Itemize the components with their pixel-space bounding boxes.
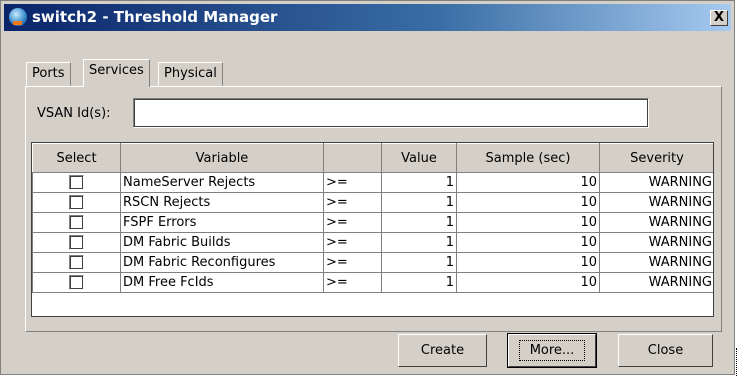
severity-cell[interactable]: WARNING (599, 172, 713, 193)
sample-cell[interactable]: 10 (456, 212, 600, 233)
tab-physical[interactable]: Physical (158, 62, 223, 86)
table-row[interactable]: FSPF Errors >= 1 10 WARNING (32, 212, 713, 233)
more-button[interactable]: More... (507, 333, 597, 368)
tab-services[interactable]: Services (83, 59, 150, 87)
app-globe-icon (9, 8, 27, 26)
variable-cell[interactable]: DM Fabric Builds (120, 232, 324, 253)
table-row[interactable]: NameServer Rejects >= 1 10 WARNING (32, 172, 713, 193)
value-cell[interactable]: 1 (381, 172, 457, 193)
select-cell (32, 172, 121, 193)
variable-cell[interactable]: FSPF Errors (120, 212, 324, 233)
operator-cell[interactable]: >= (323, 212, 382, 233)
value-cell[interactable]: 1 (381, 252, 457, 273)
table-row[interactable]: DM Free FcIds >= 1 10 WARNING (32, 272, 713, 293)
variable-cell[interactable]: DM Free FcIds (120, 272, 324, 293)
operator-cell[interactable]: >= (323, 252, 382, 273)
select-cell (32, 192, 121, 213)
threshold-table: Select Variable Value Sample (sec) Sever… (31, 142, 714, 317)
select-cell (32, 252, 121, 273)
severity-cell[interactable]: WARNING (599, 212, 713, 233)
operator-cell[interactable]: >= (323, 272, 382, 293)
operator-cell[interactable]: >= (323, 172, 382, 193)
value-cell[interactable]: 1 (381, 212, 457, 233)
create-button[interactable]: Create (398, 334, 487, 367)
row-select-checkbox[interactable] (69, 195, 84, 210)
column-header-sample[interactable]: Sample (sec) (456, 143, 600, 173)
close-window-button[interactable]: X (710, 10, 728, 26)
variable-cell[interactable]: RSCN Rejects (120, 192, 324, 213)
row-select-checkbox[interactable] (69, 235, 84, 250)
row-select-checkbox[interactable] (69, 215, 84, 230)
table-row[interactable]: RSCN Rejects >= 1 10 WARNING (32, 192, 713, 213)
column-header-severity[interactable]: Severity (599, 143, 713, 173)
row-select-checkbox[interactable] (69, 175, 84, 190)
close-button-label: Close (647, 343, 684, 358)
tab-ports[interactable]: Ports (26, 62, 71, 86)
vsan-ids-input[interactable] (133, 98, 649, 128)
select-cell (32, 272, 121, 293)
column-header-value[interactable]: Value (381, 143, 457, 173)
operator-cell[interactable]: >= (323, 232, 382, 253)
value-cell[interactable]: 1 (381, 272, 457, 293)
variable-cell[interactable]: NameServer Rejects (120, 172, 324, 193)
severity-cell[interactable]: WARNING (599, 232, 713, 253)
threshold-manager-window: switch2 - Threshold Manager X Ports Serv… (0, 0, 735, 375)
more-button-label: More... (518, 340, 586, 361)
value-cell[interactable]: 1 (381, 232, 457, 253)
sample-cell[interactable]: 10 (456, 252, 600, 273)
vsan-ids-label: VSAN Id(s): (37, 106, 111, 121)
table-header-row: Select Variable Value Sample (sec) Sever… (32, 143, 713, 173)
create-button-label: Create (420, 343, 465, 358)
row-select-checkbox[interactable] (69, 255, 84, 270)
column-header-variable[interactable]: Variable (120, 143, 324, 173)
severity-cell[interactable]: WARNING (599, 192, 713, 213)
table-row[interactable]: DM Fabric Builds >= 1 10 WARNING (32, 232, 713, 253)
sample-cell[interactable]: 10 (456, 172, 600, 193)
sample-cell[interactable]: 10 (456, 272, 600, 293)
value-cell[interactable]: 1 (381, 192, 457, 213)
table-row[interactable]: DM Fabric Reconfigures >= 1 10 WARNING (32, 252, 713, 273)
column-header-select[interactable]: Select (32, 143, 121, 173)
operator-cell[interactable]: >= (323, 192, 382, 213)
sample-cell[interactable]: 10 (456, 192, 600, 213)
column-header-operator[interactable] (323, 143, 382, 173)
severity-cell[interactable]: WARNING (599, 252, 713, 273)
variable-cell[interactable]: DM Fabric Reconfigures (120, 252, 324, 273)
sample-cell[interactable]: 10 (456, 232, 600, 253)
window-title: switch2 - Threshold Manager (32, 8, 278, 26)
select-cell (32, 232, 121, 253)
resize-grip[interactable] (736, 348, 739, 376)
title-bar[interactable]: switch2 - Threshold Manager X (4, 4, 731, 31)
row-select-checkbox[interactable] (69, 275, 84, 290)
severity-cell[interactable]: WARNING (599, 272, 713, 293)
close-button[interactable]: Close (618, 334, 713, 367)
select-cell (32, 212, 121, 233)
